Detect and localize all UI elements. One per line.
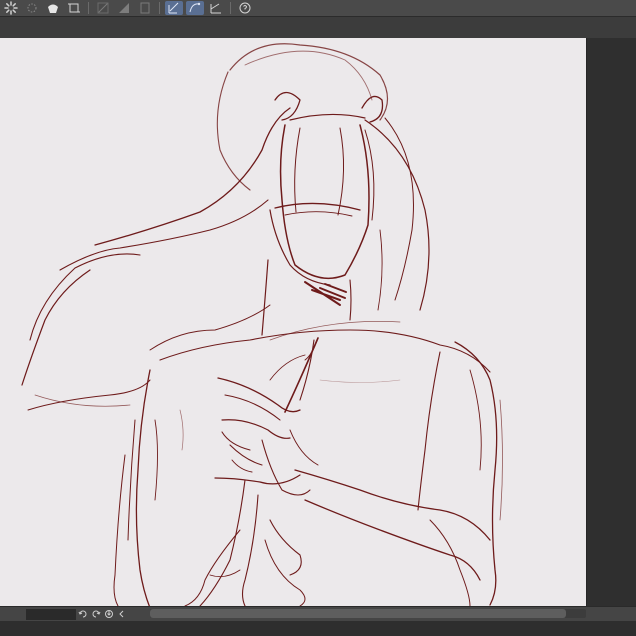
pen-stabilizer-icon[interactable] — [165, 1, 183, 15]
arm-stroke — [59, 199, 269, 271]
fringe-stroke — [294, 127, 301, 213]
ear-stroke — [274, 91, 301, 121]
forearm-stroke — [304, 499, 481, 581]
ribbon-stroke — [184, 529, 241, 607]
reset-icon[interactable] — [102, 608, 115, 620]
hand-stroke — [231, 459, 253, 473]
crop-frame-icon[interactable] — [65, 1, 83, 15]
command-bar — [0, 0, 636, 17]
head-circle-stroke — [229, 43, 389, 121]
hand-stroke — [221, 431, 251, 451]
hand-stroke — [289, 429, 319, 466]
hair-stroke — [384, 117, 414, 301]
right-arm-stroke — [417, 351, 441, 511]
fringe-stroke — [337, 127, 345, 216]
help-icon[interactable] — [236, 1, 254, 15]
shoulder-stroke — [159, 329, 491, 373]
hand-stroke — [214, 474, 301, 485]
head-circle-stroke — [216, 71, 251, 191]
hair-band-stroke — [289, 113, 366, 121]
blade-stroke — [299, 339, 315, 401]
drawing-app — [0, 0, 636, 636]
forearm-stroke — [294, 469, 491, 541]
arm-stroke — [94, 107, 291, 246]
hand-stroke — [224, 394, 281, 421]
right-arm-stroke — [454, 341, 498, 606]
ruler-off-icon[interactable] — [94, 1, 112, 15]
symmetry-icon[interactable] — [207, 1, 225, 15]
neck-shadow — [304, 281, 347, 306]
navigator-thumbnail[interactable] — [26, 608, 76, 620]
ribbon-stroke — [264, 539, 306, 607]
hair-stroke — [377, 229, 383, 311]
hair-stroke — [364, 119, 430, 311]
ribbon-stroke — [199, 479, 246, 607]
chest-stroke — [319, 379, 401, 383]
burst-select-icon[interactable] — [23, 1, 41, 15]
eyeline-stroke — [274, 202, 361, 211]
ribbon-stroke — [209, 569, 241, 578]
hand-stroke — [261, 439, 311, 496]
chest-stroke — [179, 409, 184, 451]
status-bar — [0, 606, 636, 621]
face-stroke — [279, 124, 370, 280]
torso-stroke — [127, 419, 136, 541]
toolbar-divider — [88, 2, 89, 14]
toolbar-divider — [159, 2, 160, 14]
frame-border-icon[interactable] — [136, 1, 154, 15]
blade-stroke — [269, 354, 306, 381]
right-side-panel — [586, 38, 636, 608]
hand-stroke — [221, 419, 291, 439]
hand-stroke — [229, 444, 263, 466]
eyeline-stroke — [284, 211, 353, 217]
ribbon-stroke — [241, 494, 259, 607]
rotate-left-icon[interactable] — [76, 608, 89, 620]
tool-property-strip — [0, 17, 636, 39]
head-circle-stroke — [244, 50, 373, 101]
neck-stroke — [261, 259, 269, 336]
torso-stroke — [113, 454, 126, 607]
right-arm-stroke — [499, 399, 503, 521]
ribbon-stroke — [269, 519, 302, 576]
sketch-lineart — [21, 43, 503, 608]
gradient-icon[interactable] — [115, 1, 133, 15]
drawing-canvas[interactable] — [0, 38, 586, 608]
arm-stroke — [29, 253, 141, 341]
toolbar-divider — [230, 2, 231, 14]
spinner-icon[interactable] — [2, 1, 20, 15]
torso-stroke — [154, 419, 158, 501]
arm-stroke — [149, 304, 271, 351]
fill-hand-icon[interactable] — [44, 1, 62, 15]
collapse-arrow-icon[interactable] — [115, 608, 128, 620]
horizontal-scrollbar[interactable] — [150, 609, 566, 618]
arm-stroke — [21, 269, 91, 386]
face-stroke — [269, 209, 331, 286]
right-arm-stroke — [469, 369, 482, 471]
curve-icon[interactable] — [186, 1, 204, 15]
forearm-stroke — [429, 519, 471, 607]
neck-stroke — [349, 279, 352, 321]
rotate-right-icon[interactable] — [89, 608, 102, 620]
torso-stroke — [135, 369, 151, 608]
bottom-panel — [0, 621, 636, 636]
